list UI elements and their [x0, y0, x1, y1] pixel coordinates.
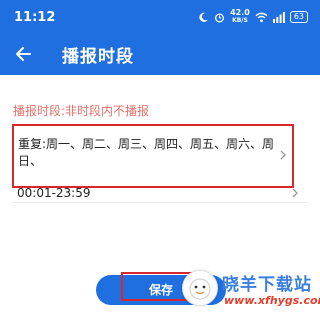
signal-icon	[272, 11, 285, 23]
alarm-icon	[215, 12, 225, 22]
broadcast-notice: 播报时段:非时段内不播报	[13, 104, 150, 118]
time-range-text: 00:01-23:59	[17, 186, 91, 200]
chevron-right-icon	[292, 188, 298, 198]
page-title: 播报时段	[62, 47, 134, 67]
watermark-logo	[182, 270, 218, 306]
watermark-url: www.xfhygs.com	[224, 294, 320, 307]
content-area: 播报时段:非时段内不播报 重复:周一、周二、周三、周四、周五、周六、周日、 00…	[0, 75, 320, 320]
repeat-days-text: 重复:周一、周二、周三、周四、周五、周六、周日、	[18, 137, 275, 168]
time-range-row[interactable]: 00:01-23:59	[0, 178, 320, 210]
watermark-title: 晓羊下载站	[222, 275, 312, 295]
status-bar: 11:12 42.0 KB/S 63	[0, 0, 320, 33]
status-time: 11:12	[14, 10, 56, 25]
net-speed-value: 42.0	[230, 8, 250, 17]
header: 播报时段	[0, 33, 320, 75]
wifi-icon	[255, 12, 268, 22]
sheep-icon	[189, 278, 211, 300]
moon-icon	[199, 12, 209, 22]
watermark: 晓羊下载站 www.xfhygs.com	[178, 262, 320, 320]
battery-indicator: 63	[289, 11, 308, 23]
chevron-right-icon	[280, 150, 286, 160]
status-icons: 42.0 KB/S 63	[198, 9, 308, 25]
net-speed-unit: KB/S	[232, 17, 248, 24]
row-divider	[12, 202, 308, 203]
net-speed: 42.0 KB/S	[230, 9, 250, 25]
back-arrow-icon[interactable]	[10, 40, 38, 68]
